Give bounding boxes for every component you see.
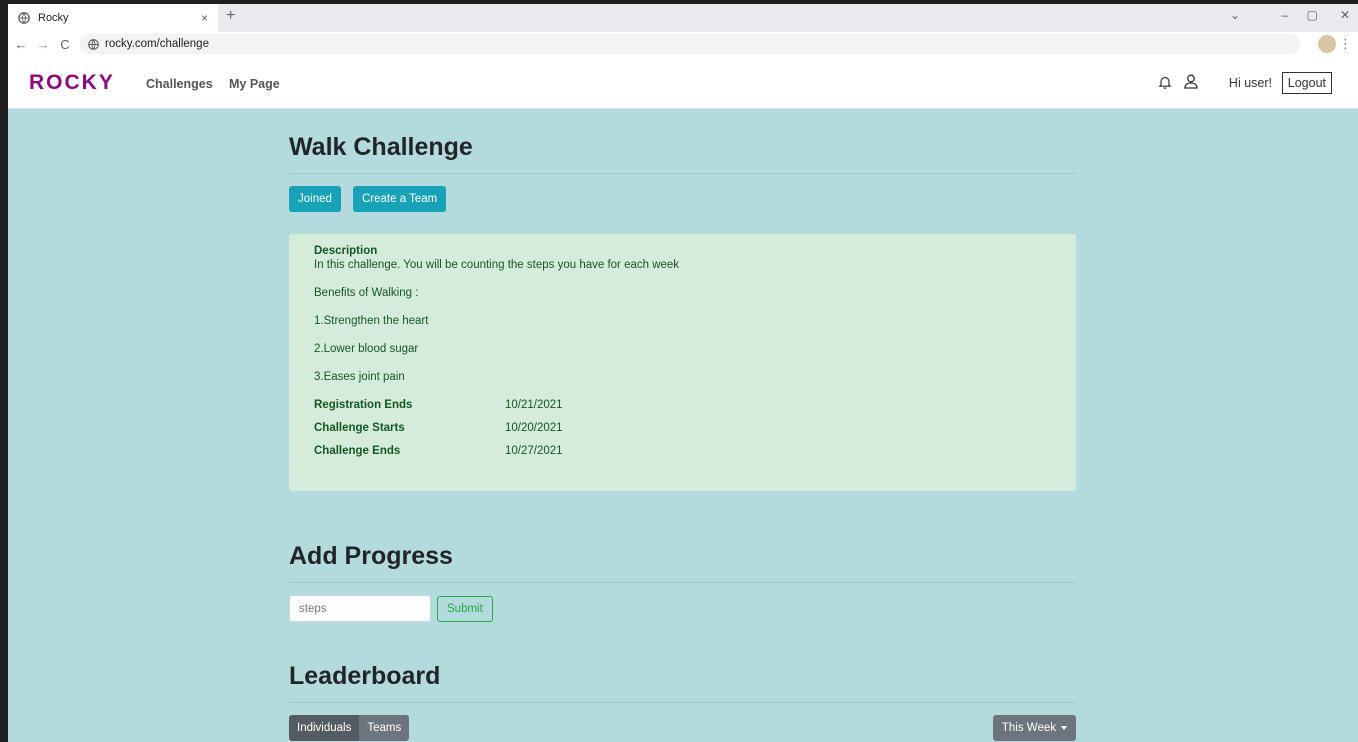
nav-my-page[interactable]: My Page: [229, 77, 280, 91]
joined-button[interactable]: Joined: [289, 186, 341, 212]
divider: [289, 582, 1076, 583]
challenge-title: Walk Challenge: [289, 133, 473, 161]
registration-ends-label: Registration Ends: [314, 399, 413, 411]
tab-search-icon[interactable]: ⌄: [1230, 8, 1240, 22]
user-greeting: Hi user!: [1228, 76, 1272, 90]
add-progress-title: Add Progress: [289, 542, 453, 570]
tab-individuals[interactable]: Individuals: [289, 715, 360, 741]
bell-icon[interactable]: [1158, 75, 1172, 89]
leaderboard-title: Leaderboard: [289, 662, 441, 690]
browser-tab[interactable]: Rocky ×: [8, 4, 218, 32]
steps-input[interactable]: [289, 595, 431, 622]
caret-down-icon: [1061, 726, 1067, 730]
benefit-item: 2.Lower blood sugar: [314, 343, 419, 355]
site-info-icon[interactable]: [88, 38, 99, 50]
logout-button[interactable]: Logout: [1281, 72, 1332, 94]
browser-toolbar: ← → C rocky.com/challenge ⋮: [8, 32, 1358, 56]
benefit-item: 1.Strengthen the heart: [314, 315, 429, 327]
registration-ends-value: 10/21/2021: [505, 399, 563, 411]
globe-icon: [18, 12, 30, 24]
challenge-ends-label: Challenge Ends: [314, 445, 401, 457]
challenge-starts-value: 10/20/2021: [505, 422, 563, 434]
user-icon[interactable]: [1184, 74, 1198, 89]
back-icon[interactable]: ←: [12, 37, 30, 52]
tab-title: Rocky: [38, 12, 69, 24]
divider: [289, 173, 1076, 174]
create-team-button[interactable]: Create a Team: [353, 186, 447, 212]
period-label: This Week: [1001, 722, 1056, 734]
brand-logo[interactable]: ROCKY: [29, 71, 115, 95]
description-text: In this challenge. You will be counting …: [314, 259, 680, 271]
forward-icon[interactable]: →: [34, 37, 52, 52]
challenge-ends-value: 10/27/2021: [505, 445, 563, 457]
submit-button[interactable]: Submit: [437, 596, 493, 622]
divider: [289, 702, 1076, 703]
challenge-description-panel: Description In this challenge. You will …: [289, 234, 1076, 491]
address-bar[interactable]: rocky.com/challenge: [80, 34, 1300, 54]
nav-challenges[interactable]: Challenges: [146, 77, 213, 91]
benefit-item: 3.Eases joint pain: [314, 371, 405, 383]
new-tab-button[interactable]: +: [226, 7, 235, 25]
leaderboard-toggle: Individuals Teams: [289, 715, 410, 741]
description-heading: Description: [314, 245, 378, 257]
restore-button[interactable]: ▢: [1307, 8, 1318, 22]
browser-menu-icon[interactable]: ⋮: [1339, 36, 1352, 52]
challenge-starts-label: Challenge Starts: [314, 422, 405, 434]
url-text: rocky.com/challenge: [105, 38, 209, 50]
period-dropdown[interactable]: This Week: [992, 715, 1076, 741]
site-navbar: ROCKY Challenges My Page Hi user! Logout: [8, 56, 1358, 109]
tab-strip: Rocky × + ⌄ – ▢ ✕: [8, 4, 1358, 32]
reload-icon[interactable]: C: [56, 37, 74, 52]
tab-close-icon[interactable]: ×: [201, 11, 208, 25]
profile-avatar[interactable]: [1318, 35, 1336, 53]
benefits-heading: Benefits of Walking :: [314, 287, 419, 299]
browser-window: Rocky × + ⌄ – ▢ ✕ ← → C rocky.com/challe…: [8, 4, 1358, 742]
close-window-button[interactable]: ✕: [1340, 8, 1350, 22]
tab-teams[interactable]: Teams: [359, 715, 410, 741]
minimize-button[interactable]: –: [1281, 8, 1288, 22]
